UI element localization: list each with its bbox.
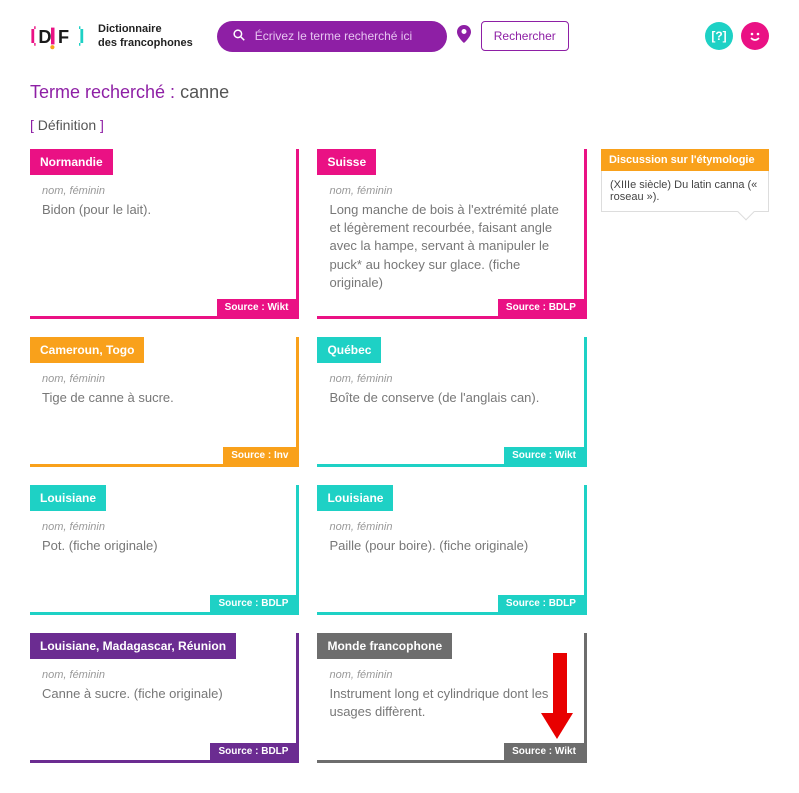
etymology-text: (XIIIe siècle) Du latin canna (« roseau … [601,171,769,212]
card-meta: nom, féminin [42,185,284,197]
etymology-title: Discussion sur l'étymologie [601,149,769,171]
site-name: Dictionnaire des francophones [98,22,193,51]
card-region: Suisse [317,149,376,175]
logo-icon: D F [30,18,86,54]
term-value: canne [180,82,229,102]
arrow-down-icon [550,653,570,743]
card-definition: Instrument long et cylindrique dont les … [329,685,571,721]
card-region: Monde francophone [317,633,452,659]
definition-card[interactable]: Louisiane, Madagascar, Réunion nom, fémi… [30,633,299,763]
card-source: Source : Wikt [504,447,584,464]
card-meta: nom, féminin [42,373,284,385]
svg-text:F: F [58,27,69,47]
card-definition: Pot. (fiche originale) [42,537,284,555]
main: Terme recherché : canne [ Définition ] N… [0,82,799,793]
card-region: Louisiane [317,485,393,511]
card-source: Source : BDLP [498,299,584,316]
card-meta: nom, féminin [329,185,571,197]
searched-term: Terme recherché : canne [30,82,769,103]
help-button[interactable]: [?] [705,22,733,50]
feedback-button[interactable] [741,22,769,50]
search-group: Rechercher [217,21,569,52]
card-definition: Long manche de bois à l'extrémité plate … [329,201,571,292]
card-source: Source : BDLP [210,743,296,760]
card-meta: nom, féminin [329,669,571,681]
smile-icon [747,28,763,44]
header-actions: [?] [705,22,769,50]
card-source: Source : BDLP [210,595,296,612]
definition-card[interactable]: Normandie nom, féminin Bidon (pour le la… [30,149,299,319]
card-definition: Canne à sucre. (fiche originale) [42,685,284,703]
card-meta: nom, féminin [42,521,284,533]
card-definition: Bidon (pour le lait). [42,201,284,219]
search-button[interactable]: Rechercher [481,21,569,51]
term-prefix: Terme recherché : [30,82,180,102]
search-input[interactable] [255,29,431,43]
card-source: Source : Inv [223,447,296,464]
card-source: Source : Wikt [217,299,297,316]
search-icon [233,29,245,44]
definition-grid: Normandie nom, féminin Bidon (pour le la… [30,149,587,763]
location-pin-icon[interactable] [457,25,471,48]
definition-card[interactable]: Monde francophone nom, féminin Instrumen… [317,633,586,763]
header: D F Dictionnaire des francophones Recher… [0,0,799,72]
definition-card[interactable]: Suisse nom, féminin Long manche de bois … [317,149,586,319]
definition-card[interactable]: Louisiane nom, féminin Pot. (fiche origi… [30,485,299,615]
card-region: Louisiane, Madagascar, Réunion [30,633,236,659]
card-definition: Boîte de conserve (de l'anglais can). [329,389,571,407]
card-region: Louisiane [30,485,106,511]
speech-tail-icon [738,204,755,221]
etymology-panel: Discussion sur l'étymologie (XIIIe siècl… [601,149,769,212]
card-region: Normandie [30,149,113,175]
card-source: Source : BDLP [498,595,584,612]
card-meta: nom, féminin [329,373,571,385]
card-meta: nom, féminin [329,521,571,533]
definition-card[interactable]: Québec nom, féminin Boîte de conserve (d… [317,337,586,467]
card-meta: nom, féminin [42,669,284,681]
definition-card[interactable]: Louisiane nom, féminin Paille (pour boir… [317,485,586,615]
card-source: Source : Wikt [504,743,584,760]
card-definition: Paille (pour boire). (fiche originale) [329,537,571,555]
definition-card[interactable]: Cameroun, Togo nom, féminin Tige de cann… [30,337,299,467]
svg-text:D: D [38,27,51,47]
section-heading: [ Définition ] [30,117,769,133]
card-region: Québec [317,337,381,363]
logo-block[interactable]: D F Dictionnaire des francophones [30,18,193,54]
card-region: Cameroun, Togo [30,337,144,363]
card-definition: Tige de canne à sucre. [42,389,284,407]
search-field-wrapper[interactable] [217,21,447,52]
